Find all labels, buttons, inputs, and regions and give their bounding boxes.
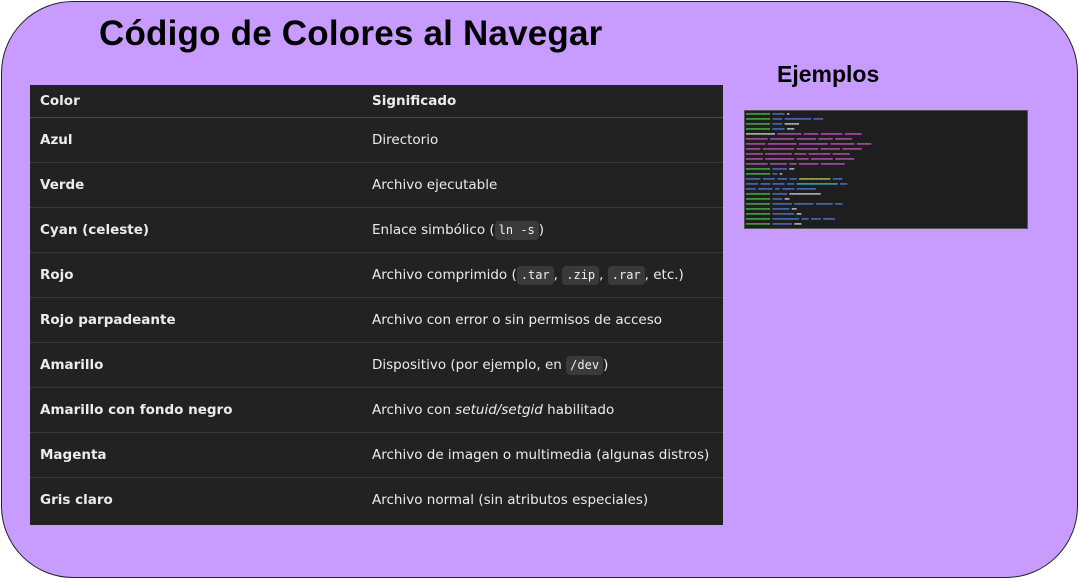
meaning-emphasis: setuid/setgid [455, 402, 543, 418]
table-row: Magenta Archivo de imagen o multimedia (… [30, 433, 723, 478]
row-meaning: Archivo normal (sin atributos especiales… [372, 492, 649, 508]
header-meaning: Significado [372, 93, 457, 109]
row-meaning: Archivo con setuid/setgid habilitado [372, 388, 614, 433]
header-color: Color [40, 93, 80, 109]
table-row: Amarillo Dispositivo (por ejemplo, en /d… [30, 343, 723, 388]
meaning-text: Dispositivo (por ejemplo, en [372, 357, 567, 373]
row-meaning: Archivo ejecutable [372, 177, 498, 193]
table-header-row: Color Significado [30, 85, 723, 118]
row-color: Gris claro [40, 492, 113, 508]
table-row: Gris claro Archivo normal (sin atributos… [30, 478, 723, 523]
meaning-text: habilitado [542, 402, 615, 418]
row-color: Amarillo [40, 357, 104, 373]
table-row: Amarillo con fondo negro Archivo con set… [30, 388, 723, 433]
inline-code: /dev [566, 355, 604, 375]
row-color: Verde [40, 177, 85, 193]
table-row: Azul Directorio [30, 118, 723, 163]
meaning-text: Enlace simbólico ( [372, 222, 495, 238]
meaning-text: Archivo comprimido ( [372, 267, 517, 283]
row-color: Amarillo con fondo negro [40, 402, 233, 418]
row-color: Rojo parpadeante [40, 312, 176, 328]
row-color: Magenta [40, 447, 107, 463]
color-code-table: Color Significado Azul Directorio Verde … [30, 85, 723, 525]
meaning-text: ) [538, 222, 545, 238]
row-meaning: Archivo de imagen o multimedia (algunas … [372, 447, 710, 463]
row-meaning: Enlace simbólico (ln -s) [372, 208, 544, 253]
row-color: Cyan (celeste) [40, 222, 150, 238]
meaning-text: ) [603, 357, 609, 373]
row-meaning: Directorio [372, 132, 439, 148]
inline-code: .rar [607, 265, 645, 285]
inline-code: .zip [562, 265, 600, 285]
table-row: Verde Archivo ejecutable [30, 163, 723, 208]
table-row: Rojo parpadeante Archivo con error o sin… [30, 298, 723, 343]
meaning-text: Archivo con [372, 402, 456, 418]
row-color: Azul [40, 132, 73, 148]
table-row: Rojo Archivo comprimido (.tar, .zip, .ra… [30, 253, 723, 298]
row-meaning: Archivo con error o sin permisos de acce… [372, 312, 663, 328]
inline-code: ln -s [494, 220, 539, 240]
row-meaning: Archivo comprimido (.tar, .zip, .rar, et… [372, 265, 684, 285]
row-color: Rojo [40, 267, 74, 283]
inline-code: .tar [516, 265, 554, 285]
meaning-text: , etc.) [644, 267, 684, 283]
table-row: Cyan (celeste) Enlace simbólico (ln -s) [30, 208, 723, 253]
row-meaning: Dispositivo (por ejemplo, en /dev) [372, 343, 608, 388]
page-title: Código de Colores al Navegar [99, 14, 603, 53]
terminal-screenshot: ▬▬▬▬▬▬▬▬▬▬ ▬▬▬▬▬ ▬ ▬▬▬▬▬▬▬▬▬▬ ▬▬▬▬ ▬▬▬▬▬… [744, 110, 1028, 229]
examples-title: Ejemplos [777, 61, 880, 87]
